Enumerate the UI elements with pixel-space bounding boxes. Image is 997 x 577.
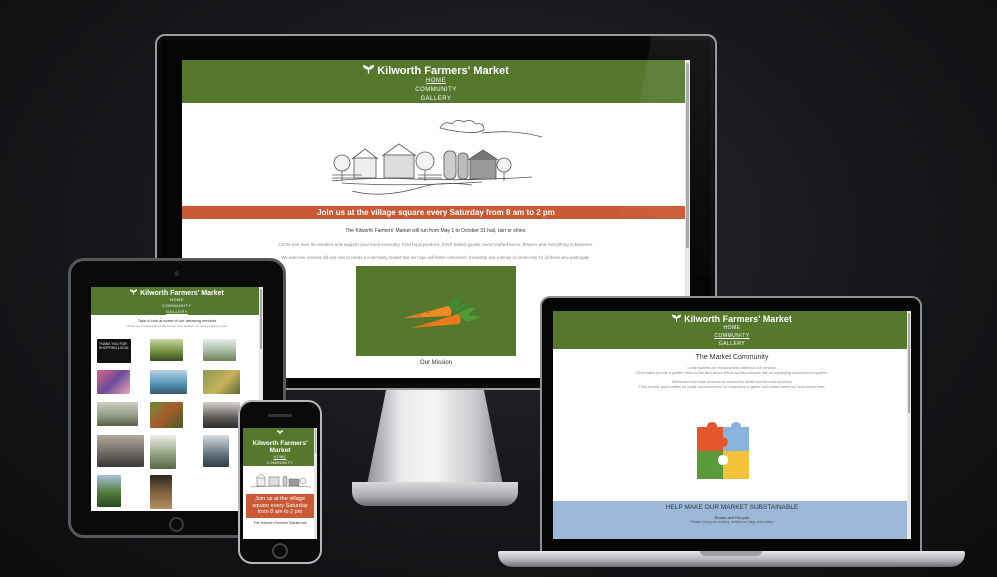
tablet-camera	[174, 271, 179, 276]
nav-community[interactable]: COMMUNITY	[182, 86, 690, 95]
brand-name: Kilworth Farmers' Market	[684, 314, 792, 324]
sprout-icon	[671, 314, 682, 324]
brand[interactable]: Kilworth Farmers' Market	[91, 289, 263, 297]
gallery-photo[interactable]	[203, 339, 236, 361]
nav-community[interactable]: COMMUNITY	[553, 332, 911, 340]
schedule-banner: Join us at the village square every Satu…	[182, 206, 690, 219]
phone-scrollbar[interactable]	[314, 428, 317, 539]
carrot-image	[356, 266, 516, 356]
brand-name: Kilworth Farmers' Market	[140, 289, 224, 297]
site-header: Kilworth Farmers' Market HOME COMMUNITY …	[91, 287, 263, 315]
gallery-caption: Take a look at some of our amazing vendo…	[137, 318, 217, 323]
phone-home-button[interactable]	[272, 543, 288, 559]
brand-name: Kilworth Farmers' Market	[377, 64, 509, 77]
photo-caption: THANK YOU FOR SHOPPING LOCAL	[99, 342, 129, 350]
barn-illustration	[250, 473, 312, 488]
laptop-notch	[700, 551, 762, 556]
phone-scroll-thumb[interactable]	[315, 429, 316, 453]
monitor-stand-neck	[367, 390, 503, 485]
gallery-photo[interactable]	[97, 435, 144, 467]
sprout-icon	[129, 289, 138, 297]
community-paragraph-2b: They provide opportunities for social co…	[638, 385, 826, 389]
nav-home[interactable]: HOME	[553, 324, 911, 332]
site-header: Kilworth Farmers' Market HOME COMMUNITY …	[182, 60, 690, 103]
gallery-photo[interactable]	[150, 435, 176, 469]
laptop-scrollbar[interactable]	[907, 311, 911, 539]
nav-gallery[interactable]: GALLERY	[553, 340, 911, 348]
puzzle-illustration	[697, 422, 749, 479]
sprout-icon	[276, 430, 284, 437]
tablet-home-button[interactable]	[169, 517, 184, 532]
carrot-illustration	[404, 295, 480, 328]
hero-illustration	[182, 103, 690, 206]
brand[interactable]: Kilworth Farmers' Market	[243, 430, 317, 454]
gallery-subcaption: Check out a sneak behind the scenes look…	[126, 324, 228, 328]
gallery-photo[interactable]	[97, 475, 121, 507]
phone-speaker	[268, 414, 292, 417]
community-title: The Market Community	[695, 354, 769, 361]
barn-illustration	[331, 120, 543, 195]
sprout-icon	[362, 64, 375, 77]
tablet-scroll-thumb[interactable]	[260, 289, 262, 349]
laptop-screen: Kilworth Farmers' Market HOME COMMUNITY …	[553, 311, 911, 539]
schedule-text: The Kilworth Farmers' Market will run fr…	[345, 228, 527, 234]
schedule-text: The Kilworth Farmers' Market will	[253, 520, 307, 525]
brand[interactable]: Kilworth Farmers' Market	[182, 64, 690, 77]
site-header: Kilworth Farmers' Market HOME COMMUNITY …	[243, 428, 317, 471]
brand-name: Kilworth Farmers' Market	[252, 440, 308, 454]
gallery-photo[interactable]	[97, 370, 130, 394]
brand[interactable]: Kilworth Farmers' Market	[553, 314, 911, 324]
gallery-photo[interactable]	[203, 435, 229, 467]
hero-illustration	[243, 466, 317, 494]
schedule-banner: Join us at the village square every Satu…	[246, 494, 314, 518]
nav-gallery[interactable]: GALLERY	[91, 309, 263, 315]
phone-screen: Kilworth Farmers' Market HOME COMMUNITY …	[243, 428, 317, 539]
gallery-photo[interactable]	[150, 370, 187, 394]
gallery-photo[interactable]: THANK YOU FOR SHOPPING LOCAL	[97, 339, 131, 363]
gallery-photo[interactable]	[150, 339, 183, 361]
community-paragraph-1b: Direct sales provide a greater return to…	[636, 371, 828, 375]
gallery-photo[interactable]	[203, 370, 240, 394]
gallery-photo[interactable]	[150, 475, 172, 509]
site-header: Kilworth Farmers' Market HOME COMMUNITY …	[553, 311, 911, 349]
gallery-photo[interactable]	[203, 402, 240, 428]
gallery-photo[interactable]	[150, 402, 183, 428]
nav-home[interactable]: HOME	[182, 77, 690, 86]
laptop-scroll-thumb[interactable]	[908, 313, 910, 413]
sustain-section: HELP MAKE OUR MARKET SUBSTAINABLE Reuse …	[553, 501, 911, 539]
sustain-title: HELP MAKE OUR MARKET SUBSTAINABLE	[665, 504, 799, 511]
gallery-photo[interactable]	[97, 402, 138, 426]
desktop-scroll-thumb[interactable]	[686, 63, 689, 248]
intro-text: Come join over 30 vendors and support yo…	[278, 242, 594, 247]
sustain-text: Please bring your reusing, containers, b…	[690, 520, 774, 524]
monitor-stand-foot	[352, 482, 518, 506]
